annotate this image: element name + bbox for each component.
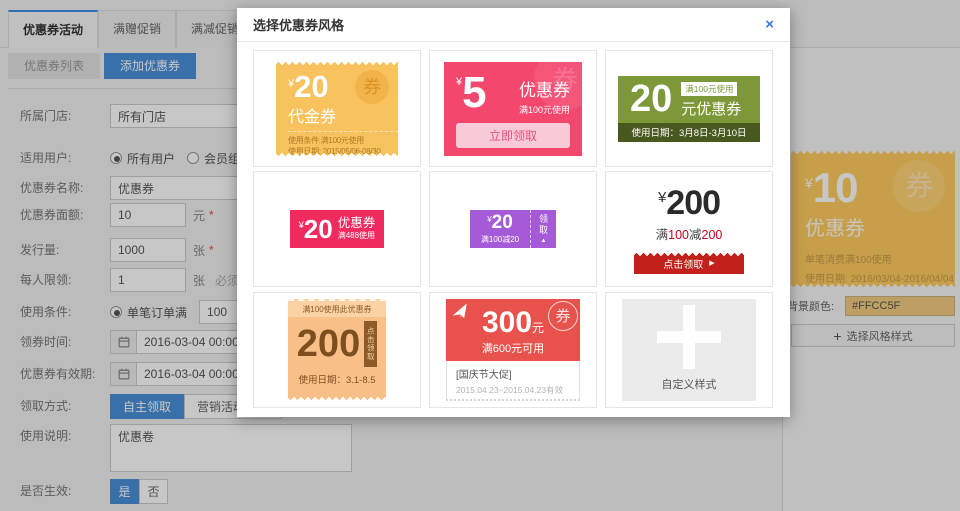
- unit-label: 元: [532, 321, 544, 335]
- claim-now-button[interactable]: 立即领取: [456, 123, 570, 148]
- amount-value: 20: [492, 212, 513, 233]
- coupon-condition: 满100使用此优惠券: [288, 299, 386, 317]
- modal-title: 选择优惠券风格: [253, 15, 765, 34]
- coupon-style-option-pink[interactable]: 券 ¥5 优惠券 满100元使用 立即领取: [429, 50, 597, 167]
- coupon-amount: ¥20: [487, 214, 513, 233]
- condition-number: 200: [702, 228, 723, 242]
- coupon-style-modal: 选择优惠券风格 × 券 ¥20 代金券 使用条件:满100元使用 使用日期: 2…: [237, 8, 790, 417]
- amount-value: 20: [304, 214, 333, 244]
- coupon-title: 代金券: [288, 103, 398, 127]
- coupon-main: 券 300元 满600元可用: [446, 299, 580, 361]
- amount-value: 20: [294, 69, 328, 104]
- claim-stub: 领取 ▲: [530, 210, 556, 248]
- coupon-sawtooth-edge: [276, 61, 398, 66]
- coupon-title: 优惠券: [519, 76, 570, 101]
- coupon-sawtooth-edge: [276, 152, 398, 157]
- button-label: 点击领取: [663, 256, 703, 271]
- coupon-style-option-purple[interactable]: ¥20 满100减20 领取 ▲: [429, 171, 597, 287]
- coupon-peach: 满100使用此优惠券 200 点击领取 使用日期：3.1-8.5: [288, 299, 386, 401]
- condition-number: 100: [668, 228, 689, 242]
- coupon-condition: 使用条件:满100元使用: [288, 135, 394, 146]
- coupon-title: 元优惠券: [681, 98, 741, 119]
- click-claim-button[interactable]: 点击领取 ▶: [634, 252, 744, 274]
- coupon-amount: ¥5: [456, 72, 487, 116]
- coupon-style-option-white-red[interactable]: ¥200 满100减200 点击领取 ▶: [605, 171, 773, 287]
- condition-text: 满: [656, 228, 669, 242]
- amount-value: 20: [630, 80, 672, 118]
- coupon-event: [国庆节大促]: [456, 366, 570, 381]
- coupon-yellow: 券 ¥20 代金券 使用条件:满100元使用 使用日期: 2015/05/06-…: [276, 61, 398, 157]
- coupon-condition: 满600元可用: [446, 340, 580, 356]
- coupon-badge-icon: 券: [355, 70, 389, 104]
- close-icon[interactable]: ×: [765, 17, 774, 32]
- coupon-condition-tag: 满100元使用: [681, 82, 737, 96]
- coupon-style-option-custom[interactable]: 自定义样式: [605, 292, 773, 408]
- custom-style-box: 自定义样式: [622, 299, 756, 401]
- coupon-style-option-yellow[interactable]: 券 ¥20 代金券 使用条件:满100元使用 使用日期: 2015/05/06-…: [253, 50, 421, 167]
- coupon-style-option-peach[interactable]: 满100使用此优惠券 200 点击领取 使用日期：3.1-8.5: [253, 292, 421, 408]
- click-claim-button[interactable]: 点击领取: [364, 321, 377, 367]
- coupon-sawtooth-edge: [634, 252, 744, 257]
- coupon-style-option-red[interactable]: 券 300元 满600元可用 [国庆节大促] 2015.04.23~2015.0…: [429, 292, 597, 408]
- coupon-condition: 满488使用: [338, 230, 376, 241]
- coupon-condition: 满100减20: [481, 234, 519, 245]
- coupon-sawtooth-edge: [288, 396, 386, 401]
- coupon-style-option-green[interactable]: 20 满100元使用 元优惠券 使用日期：3月8日-3月10日: [605, 50, 773, 167]
- coupon-right-block: 优惠券 满100元使用: [519, 76, 570, 116]
- coupon-pink: 券 ¥5 优惠券 满100元使用 立即领取: [444, 62, 582, 156]
- custom-style-label: 自定义样式: [622, 376, 756, 392]
- coupon-right-block: 优惠券 满488使用: [338, 217, 376, 242]
- coupon-date: 使用日期：3月8日-3月10日: [618, 123, 760, 142]
- coupon-title: 优惠券: [338, 217, 376, 231]
- coupon-condition: 满100减200: [656, 224, 723, 243]
- coupon-date: 使用日期：3.1-8.5: [288, 372, 386, 386]
- claim-label: 领取: [537, 214, 550, 236]
- coupon-footer: [国庆节大促] 2015.04.23~2015.04.23有效: [446, 361, 580, 401]
- coupon-style-option-crimson[interactable]: ¥20 优惠券 满488使用: [253, 171, 421, 287]
- coupon-main: 20 满100元使用 元优惠券: [618, 76, 760, 123]
- coupon-red: 券 300元 满600元可用 [国庆节大促] 2015.04.23~2015.0…: [446, 299, 580, 401]
- coupon-main: ¥20 满100减20: [470, 210, 530, 248]
- coupon-validity: 2015.04.23~2015.04.23有效: [456, 384, 570, 396]
- modal-header: 选择优惠券风格 ×: [237, 8, 790, 42]
- coupon-info: ¥5 优惠券 满100元使用: [456, 72, 570, 116]
- coupon-crimson-banner: ¥20 优惠券 满488使用: [290, 210, 384, 248]
- arrow-right-icon: ▶: [709, 259, 714, 267]
- coupon-white-red: ¥200 满100减200 点击领取 ▶: [634, 184, 744, 274]
- coupon-condition: 满100元使用: [519, 103, 570, 116]
- coupon-main: 200 点击领取: [288, 321, 386, 367]
- coupon-amount: ¥200: [658, 184, 720, 223]
- coupon-amount: ¥20: [299, 216, 333, 243]
- amount-value: 300: [482, 306, 532, 339]
- coupon-badge-icon: 券: [548, 301, 578, 331]
- plus-icon: [657, 305, 721, 369]
- arrow-up-icon: ▲: [541, 238, 547, 244]
- coupon-green: 20 满100元使用 元优惠券 使用日期：3月8日-3月10日: [618, 76, 760, 142]
- coupon-right-block: 满100元使用 元优惠券: [681, 79, 741, 119]
- amount-value: 200: [666, 184, 720, 222]
- condition-text: 减: [689, 228, 702, 242]
- amount-value: 5: [462, 68, 486, 117]
- amount-value: 200: [297, 325, 360, 363]
- coupon-purple-banner: ¥20 满100减20 领取 ▲: [470, 210, 556, 248]
- app-window: 优惠券活动 满赠促销 满减促销 优惠券列表 添加优惠券 所属门店: 适用用户: …: [0, 0, 960, 511]
